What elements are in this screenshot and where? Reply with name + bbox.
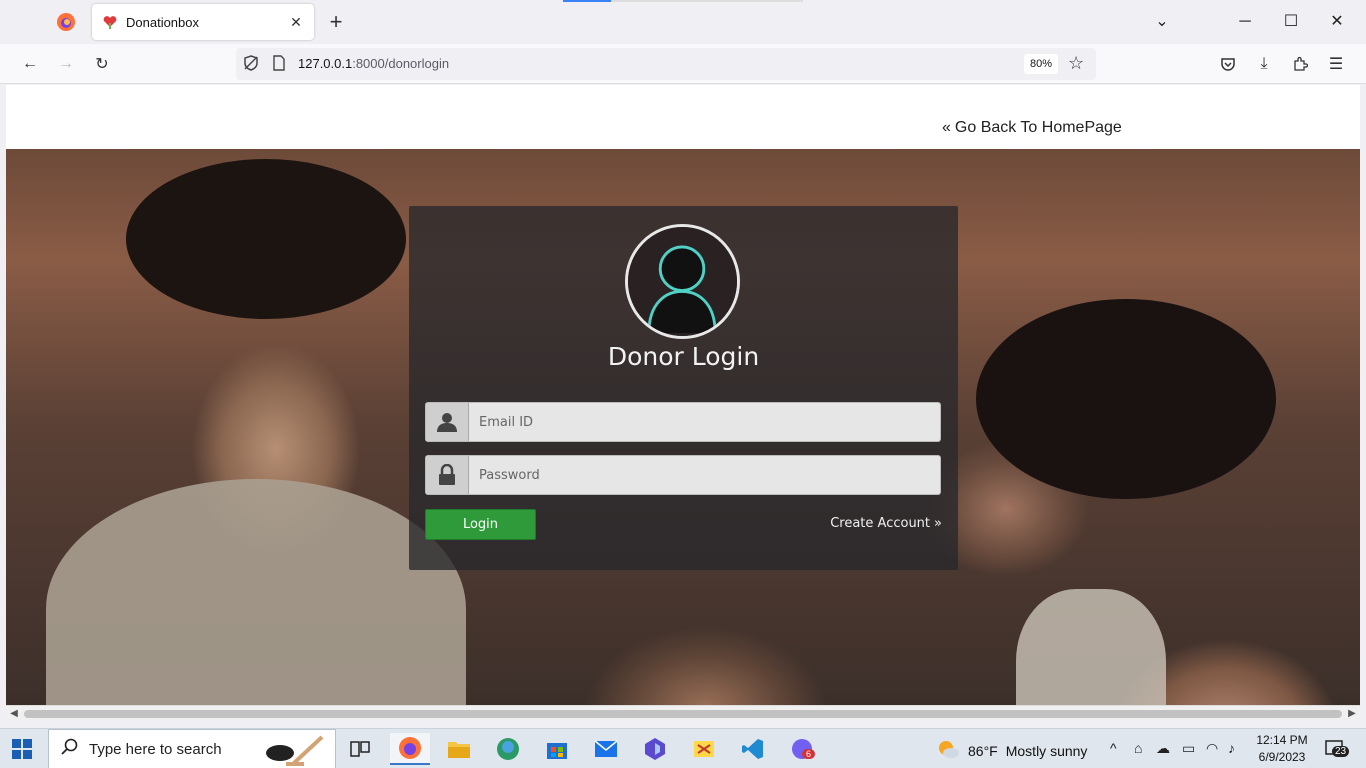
- maximize-icon[interactable]: ☐: [1279, 10, 1303, 34]
- taskbar: Type here to search 6 86°F Mostly sunny …: [0, 728, 1366, 768]
- scroll-left-icon[interactable]: ◀: [8, 708, 20, 720]
- tab-title: Donationbox: [126, 14, 199, 30]
- hockey-search-highlight-icon[interactable]: [264, 733, 330, 768]
- weather-desc: Mostly sunny: [1005, 742, 1088, 759]
- reload-icon[interactable]: ↻: [90, 52, 114, 76]
- notification-count: 23: [1332, 746, 1350, 757]
- forward-icon[interactable]: →: [54, 52, 78, 76]
- heart-favicon-icon: [102, 14, 118, 30]
- weather-temp: 86°F: [968, 742, 998, 759]
- search-placeholder: Type here to search: [89, 740, 222, 758]
- vscode-icon[interactable]: [733, 733, 773, 765]
- url-host: 127.0.0.1: [298, 56, 353, 71]
- login-button[interactable]: Login: [425, 509, 536, 540]
- windows-start-icon[interactable]: [12, 739, 32, 759]
- tab-scroll-indicator: [563, 0, 611, 2]
- new-tab-icon[interactable]: +: [326, 11, 346, 33]
- photo-shape: [976, 299, 1276, 499]
- photo-shape: [1016, 589, 1166, 705]
- user-avatar-icon: [625, 224, 740, 339]
- store-icon[interactable]: [537, 733, 577, 765]
- taskbar-search[interactable]: Type here to search: [48, 729, 336, 768]
- firefox-taskbar-icon[interactable]: [390, 733, 430, 765]
- horizontal-scrollbar[interactable]: ◀ ▶: [6, 705, 1360, 721]
- back-to-homepage-link[interactable]: « Go Back To HomePage: [942, 119, 1122, 137]
- create-account-link[interactable]: Create Account »: [830, 516, 942, 531]
- app-hexagon-icon[interactable]: [635, 733, 675, 765]
- viber-icon[interactable]: 6: [782, 733, 822, 765]
- weather-widget[interactable]: 86°F Mostly sunny: [936, 739, 1087, 762]
- browser-navbar: ← → ↻ 127.0.0.1:8000/donorlogin 80% ☆ ⤓ …: [0, 44, 1366, 84]
- downloads-icon[interactable]: ⤓: [1252, 52, 1276, 76]
- tab-scroll-track: [611, 0, 803, 2]
- search-icon: [61, 738, 79, 761]
- create-account-label: Create Account: [830, 516, 931, 531]
- photo-shape: [46, 479, 466, 705]
- notification-center-icon[interactable]: 23: [1324, 738, 1350, 760]
- list-tabs-icon[interactable]: ⌄: [1150, 10, 1174, 34]
- extensions-icon[interactable]: [1288, 52, 1312, 76]
- email-input[interactable]: [469, 403, 940, 441]
- user-icon: [426, 403, 469, 441]
- double-chevron-right-icon: »: [934, 516, 942, 531]
- clock-time: 12:14 PM: [1256, 733, 1308, 747]
- tab-donationbox[interactable]: Donationbox ✕: [92, 4, 314, 40]
- onedrive-icon[interactable]: ☁: [1156, 740, 1170, 757]
- url-path: :8000/donorlogin: [352, 56, 450, 71]
- page-info-icon[interactable]: [272, 55, 288, 73]
- bookmark-star-icon[interactable]: ☆: [1068, 53, 1084, 74]
- snipping-tool-icon[interactable]: [684, 733, 724, 765]
- scroll-right-icon[interactable]: ▶: [1346, 708, 1358, 720]
- chevron-up-icon[interactable]: ^: [1110, 740, 1117, 756]
- lock-icon: [426, 456, 469, 494]
- battery-icon[interactable]: ▭: [1182, 740, 1195, 757]
- close-window-icon[interactable]: ✕: [1325, 10, 1349, 34]
- edge-icon[interactable]: [488, 733, 528, 765]
- menu-icon[interactable]: ☰: [1324, 52, 1348, 76]
- task-view-icon[interactable]: [340, 733, 380, 765]
- minimize-icon[interactable]: ─: [1233, 10, 1257, 34]
- back-link-label: Go Back To HomePage: [954, 119, 1122, 136]
- web-page: « Go Back To HomePage Donor Login Email …: [6, 85, 1360, 705]
- photo-shape: [126, 159, 406, 319]
- hero-background-photo: Donor Login Login Create Account »: [6, 149, 1360, 705]
- clock-date: 6/9/2023: [1258, 750, 1306, 764]
- password-input[interactable]: [469, 456, 940, 494]
- zoom-indicator[interactable]: 80%: [1024, 54, 1058, 74]
- close-tab-icon[interactable]: ✕: [288, 14, 304, 31]
- viber-badge: 6: [802, 749, 816, 759]
- pocket-icon[interactable]: [1216, 52, 1240, 76]
- double-chevron-left-icon: «: [942, 119, 951, 136]
- panel-title: Donor Login: [607, 342, 760, 371]
- url-text[interactable]: 127.0.0.1:8000/donorlogin: [298, 56, 449, 71]
- tracking-protection-icon[interactable]: [242, 54, 262, 74]
- back-icon[interactable]: ←: [18, 52, 42, 76]
- scrollbar-thumb[interactable]: [24, 710, 1342, 718]
- system-clock[interactable]: 12:14 PM 6/9/2023: [1252, 732, 1312, 766]
- partly-sunny-icon: [936, 739, 960, 762]
- volume-icon[interactable]: ♪: [1228, 740, 1235, 756]
- file-explorer-icon[interactable]: [439, 733, 479, 765]
- address-bar[interactable]: 127.0.0.1:8000/donorlogin 80% ☆: [236, 48, 1096, 80]
- wifi-icon[interactable]: ◠: [1206, 740, 1218, 757]
- login-panel: Donor Login Login Create Account »: [409, 206, 958, 570]
- mail-icon[interactable]: [586, 733, 626, 765]
- browser-tabstrip: Donationbox ✕ + ⌄ ─ ☐ ✕: [0, 0, 1366, 44]
- page-header: « Go Back To HomePage: [6, 85, 1360, 149]
- firefox-view-icon[interactable]: [56, 12, 76, 32]
- password-field: [425, 455, 941, 495]
- email-field: [425, 402, 941, 442]
- meet-now-icon[interactable]: ⌂: [1134, 740, 1142, 756]
